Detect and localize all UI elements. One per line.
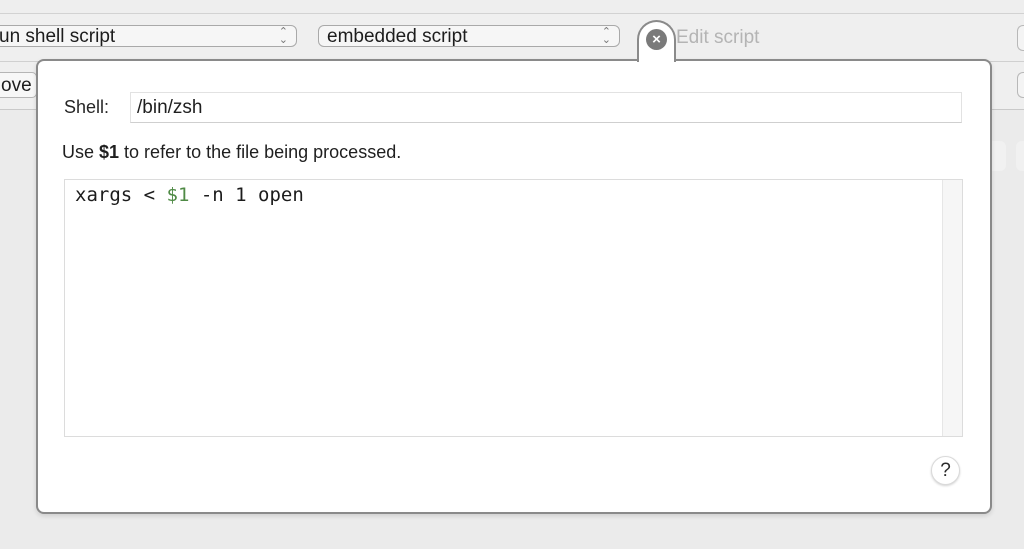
panel-tab-join xyxy=(639,56,674,64)
hint-text: Use $1 to refer to the file being proces… xyxy=(62,141,401,163)
help-button[interactable]: ? xyxy=(931,456,960,485)
right-edge-button[interactable] xyxy=(1017,25,1024,51)
move-button[interactable]: ove xyxy=(0,72,37,98)
chevron-updown-icon: ⌃ ⌄ xyxy=(278,26,288,46)
edit-script-label[interactable]: Edit script xyxy=(676,26,759,50)
action-popup-button[interactable]: un shell script ⌃ ⌄ xyxy=(0,25,297,47)
editor-scrollbar[interactable] xyxy=(942,180,962,436)
script-editor[interactable]: xargs < $1 -n 1 open xyxy=(64,179,963,437)
background-control-2 xyxy=(1016,141,1024,171)
hint-prefix: Use xyxy=(62,142,100,162)
script-code[interactable]: xargs < $1 -n 1 open xyxy=(75,182,304,208)
close-icon[interactable]: × xyxy=(646,29,667,50)
window-top-strip xyxy=(0,0,1024,14)
action-popup-value: un shell script xyxy=(0,26,116,47)
hint-suffix: to refer to the file being processed. xyxy=(119,142,402,162)
code-variable-token: $1 xyxy=(166,184,190,206)
source-popup-value: embedded script xyxy=(327,26,468,47)
move-button-label: ove xyxy=(1,75,32,96)
shell-label: Shell: xyxy=(64,97,110,117)
chevron-updown-icon: ⌃ ⌄ xyxy=(601,26,611,46)
right-edge-button-2[interactable] xyxy=(1017,72,1024,98)
shell-field[interactable]: /bin/zsh xyxy=(130,92,962,123)
code-token: -n 1 open xyxy=(189,184,304,206)
code-token: xargs < xyxy=(75,184,167,206)
source-popup-button[interactable]: embedded script ⌃ ⌄ xyxy=(318,25,620,47)
hint-variable: $1 xyxy=(99,142,120,162)
